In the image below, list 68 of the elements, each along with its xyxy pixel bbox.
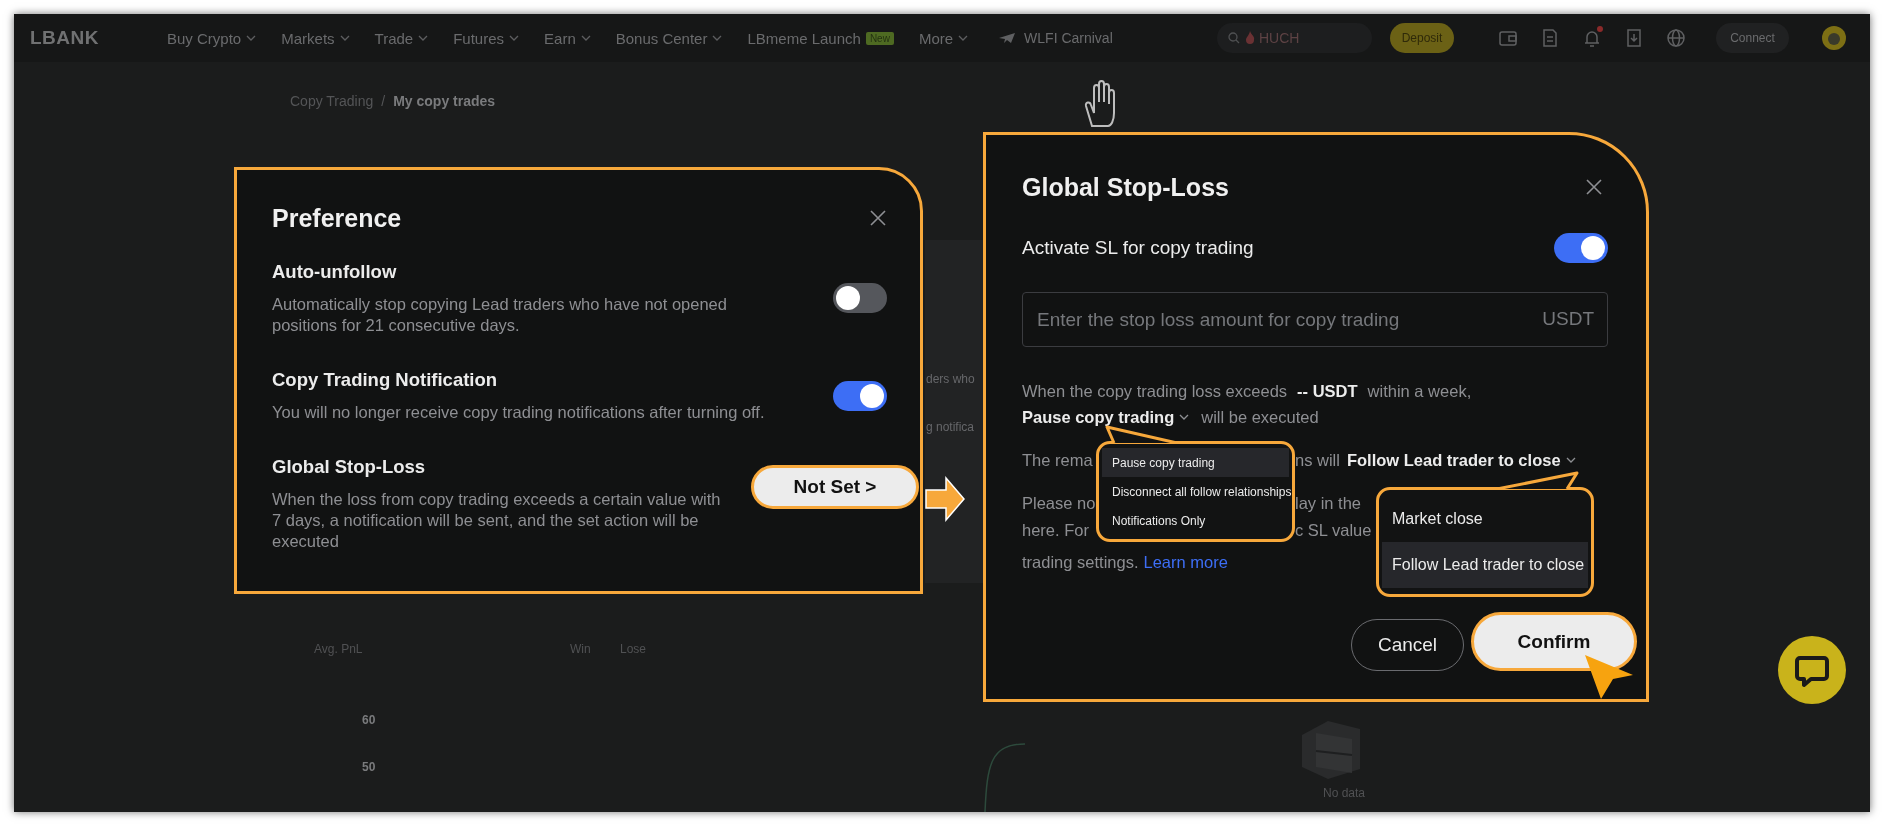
nav-item[interactable]: Futures (453, 29, 520, 47)
nav-item[interactable]: Bonus Center (615, 29, 723, 47)
setting-title: Copy Trading Notification (272, 368, 499, 392)
nav-item[interactable]: Markets (281, 29, 350, 47)
setting-description: Automatically stop copying Lead traders who have not opened positions for 21 consecutive days. (272, 294, 727, 336)
dialog-title: Preference (272, 203, 402, 233)
connect-button[interactable]: Connect (1716, 23, 1789, 53)
setting-description: You will no longer receive copy trading notifications after turning off. (272, 402, 765, 423)
setting-description: When the loss from copy trading exceeds a certain value with 7 days, a notification will be sent, and the set action will be executed (272, 489, 721, 552)
plane-icon (998, 32, 1017, 44)
chevron-down-icon (1565, 457, 1576, 463)
note-text: c SL value (1295, 521, 1372, 540)
wallet-icon[interactable] (1498, 28, 1518, 48)
confirm-button[interactable]: Confirm (1471, 612, 1637, 671)
rule-text: within a week, (1367, 381, 1472, 401)
unit-label: USDT (1542, 308, 1594, 330)
close-icon[interactable] (1585, 178, 1603, 196)
search-field[interactable]: HUCH (1217, 23, 1372, 53)
bell-icon[interactable] (1582, 28, 1602, 48)
amount-value: -- USDT (1297, 381, 1358, 401)
rule-text: will be executed (1201, 407, 1319, 427)
note-text: Please no (1022, 494, 1096, 512)
new-badge: New (865, 31, 894, 45)
rule-text: The rema (1022, 450, 1093, 469)
dialog-title: Global Stop-Loss (1022, 172, 1229, 202)
panel-text: ders who (926, 372, 975, 386)
chevron-down-icon (1179, 414, 1190, 420)
toggle-switch[interactable] (833, 283, 887, 313)
setting-title: Auto-unfollow (272, 260, 398, 284)
chat-button[interactable] (1778, 636, 1846, 704)
not-set-button[interactable]: Not Set > (751, 465, 919, 509)
breadcrumb-link[interactable]: Copy Trading (290, 93, 374, 109)
globe-icon[interactable] (1666, 28, 1686, 48)
menu-item[interactable]: Disconnect all follow relationships (1102, 477, 1289, 506)
setting-title: Global Stop-Loss (272, 455, 427, 479)
close-icon[interactable] (869, 209, 887, 227)
avatar-icon[interactable] (1822, 26, 1846, 50)
setting-label: Activate SL for copy trading (1022, 237, 1254, 259)
note-text: here. For (1022, 521, 1089, 539)
toggle-switch[interactable] (1554, 233, 1608, 263)
close-mode-dropdown[interactable]: Follow Lead trader to close (1346, 450, 1576, 470)
rule-text: ns will (1295, 450, 1340, 470)
nav-item[interactable]: Earn (544, 29, 591, 47)
cursor-icon (1583, 653, 1635, 701)
nav-item[interactable]: Buy Crypto (167, 29, 257, 47)
toggle-switch[interactable] (833, 380, 887, 411)
menu-item[interactable]: Follow Lead trader to close (1382, 542, 1588, 588)
nav-item[interactable]: Trade (374, 29, 429, 47)
axis-tick: 50 (362, 760, 376, 774)
breadcrumb-separator: / (381, 93, 386, 109)
right-arrow-icon (925, 476, 965, 522)
menu-item[interactable]: Market close (1382, 496, 1588, 542)
menu-item[interactable]: Pause copy trading (1102, 448, 1289, 477)
note-text: lay in the (1295, 494, 1362, 513)
panel-text: g notifica (926, 420, 975, 434)
axis-tick: 60 (362, 713, 376, 727)
deposit-button[interactable]: Deposit (1390, 23, 1454, 53)
nav-item[interactable]: LBmeme Launch New (747, 29, 894, 47)
download-icon[interactable] (1624, 28, 1644, 48)
note-text: trading settings. (1022, 553, 1139, 572)
learn-more-link[interactable]: Learn more (1143, 553, 1228, 572)
nav-item[interactable]: More (918, 29, 969, 47)
rule-text: When the copy trading loss exceeds (1022, 381, 1288, 401)
menu-item[interactable]: Notifications Only (1102, 506, 1289, 535)
promo-link[interactable]: WLFI Carnival (1024, 30, 1113, 46)
breadcrumb-current: My copy trades (393, 93, 496, 109)
action-dropdown[interactable]: Pause copy trading (1022, 407, 1190, 427)
logo[interactable]: LBANK (30, 27, 99, 49)
